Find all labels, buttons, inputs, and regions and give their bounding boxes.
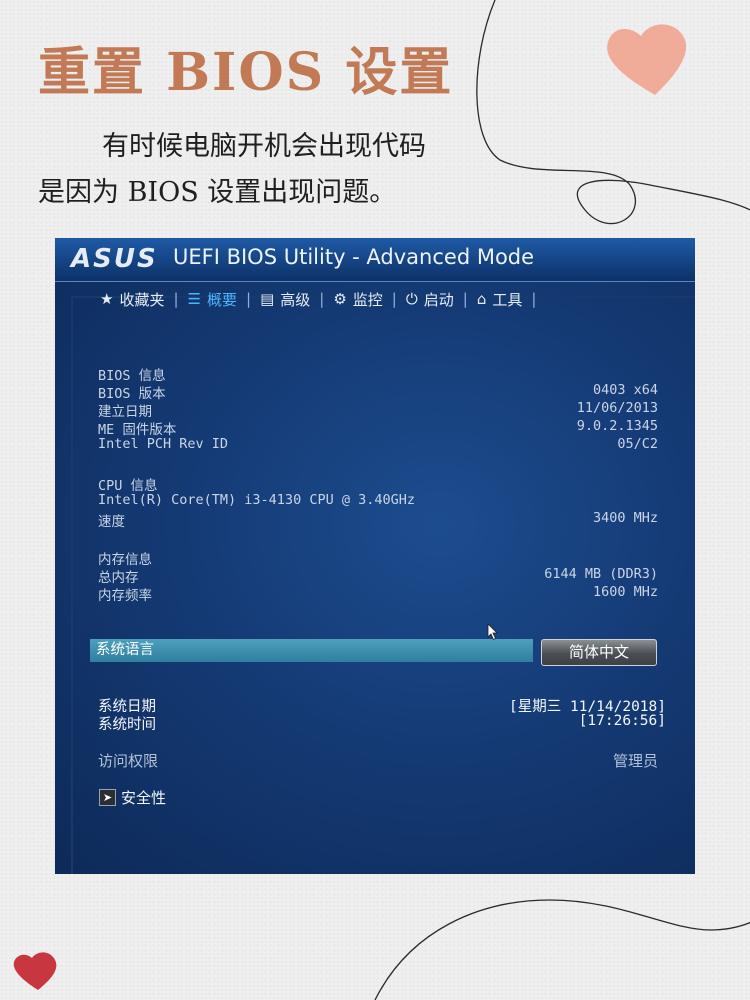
monitor-icon: ⚙ xyxy=(333,290,347,308)
tab-separator: | xyxy=(173,290,179,308)
info-label: 总内存 xyxy=(98,570,139,586)
info-label: ME 固件版本 xyxy=(98,422,177,438)
intro-text: 有时候电脑开机会出现代码 是因为 BIOS 设置出现问题。 xyxy=(38,124,498,216)
info-label: 建立日期 xyxy=(98,404,152,420)
tab-separator: | xyxy=(391,290,397,308)
tab-separator: | xyxy=(246,290,252,308)
memory-info-heading: 内存信息 xyxy=(98,552,152,568)
tab-separator: | xyxy=(531,290,537,308)
decorative-heart-icon xyxy=(607,24,687,95)
info-label: BIOS 版本 xyxy=(98,386,166,402)
page-title: 重置 BIOS 设置 xyxy=(38,42,454,103)
security-menu-item[interactable]: ➤ 安全性 xyxy=(99,787,166,808)
time-value[interactable]: [17:26:56] xyxy=(579,713,666,729)
tab-label: 启动 xyxy=(423,290,454,309)
tab-separator: | xyxy=(319,290,325,308)
tab-label: 高级 xyxy=(280,290,311,309)
decorative-curve-top xyxy=(476,0,750,225)
security-label: 安全性 xyxy=(121,789,167,807)
info-value: 6144 MB (DDR3) xyxy=(544,566,658,582)
tool-icon: ⌂ xyxy=(476,290,487,308)
info-value: 11/06/2013 xyxy=(576,400,658,416)
system-date-row[interactable]: 系统日期 [星期三 11/14/2018] xyxy=(98,695,666,715)
info-value: 05/C2 xyxy=(617,436,658,452)
info-row: 建立日期 11/06/2013 xyxy=(98,400,658,420)
submenu-arrow-icon: ➤ xyxy=(99,789,116,806)
decorative-curve-bottom xyxy=(374,899,750,1000)
tab-boot[interactable]: ⏻ 启动 xyxy=(399,289,461,310)
bios-tab-bar: ★ 收藏夹 | ☰ 概要 | ▤ 高级 | ⚙ 监控 | ⏻ 启动 | ⌂ 工具… xyxy=(93,286,538,312)
info-value: 1600 MHz xyxy=(592,584,658,600)
access-level-row: 访问权限 管理员 xyxy=(98,750,658,770)
tab-separator: | xyxy=(462,290,468,308)
bios-window-title: UEFI BIOS Utility - Advanced Mode xyxy=(173,245,535,269)
star-icon: ★ xyxy=(100,290,114,308)
info-row: BIOS 版本 0403 x64 xyxy=(98,382,658,402)
info-label: 内存频率 xyxy=(98,588,152,604)
list-icon: ☰ xyxy=(187,290,201,308)
tab-label: 工具 xyxy=(492,290,523,309)
memory-freq-row: 内存频率 1600 MHz xyxy=(98,584,658,604)
system-language-row[interactable]: 系统语言 xyxy=(90,639,533,662)
bios-info-heading: BIOS 信息 xyxy=(98,368,166,384)
tab-overview[interactable]: ☰ 概要 xyxy=(181,289,244,310)
intro-line-1: 有时候电脑开机会出现代码 xyxy=(102,131,426,162)
memory-total-row: 总内存 6144 MB (DDR3) xyxy=(98,566,658,586)
bios-header: ASUS UEFI BIOS Utility - Advanced Mode xyxy=(55,238,695,282)
power-icon: ⏻ xyxy=(405,290,418,308)
cpu-model: Intel(R) Core(TM) i3-4130 CPU @ 3.40GHz xyxy=(98,492,415,508)
cpu-speed-row: 速度 3400 MHz xyxy=(98,510,658,530)
cpu-info-heading: CPU 信息 xyxy=(98,478,158,494)
asus-logo: ASUS xyxy=(71,244,158,274)
info-row: ME 固件版本 9.0.2.1345 xyxy=(98,418,658,438)
system-time-row[interactable]: 系统时间 [17:26:56] xyxy=(98,713,666,733)
mouse-cursor-icon xyxy=(487,623,498,641)
access-value: 管理员 xyxy=(612,752,658,770)
tab-label: 收藏夹 xyxy=(119,290,165,309)
advanced-icon: ▤ xyxy=(260,290,275,308)
info-row: Intel PCH Rev ID 05/C2 xyxy=(98,436,658,454)
info-label: 速度 xyxy=(98,514,125,530)
language-select-button[interactable]: 简体中文 xyxy=(541,639,657,666)
decorative-small-heart-icon xyxy=(13,952,57,990)
time-label: 系统时间 xyxy=(98,717,156,733)
tab-monitor[interactable]: ⚙ 监控 xyxy=(326,289,389,310)
info-value: 3400 MHz xyxy=(592,510,658,526)
cpu-model-row: Intel(R) Core(TM) i3-4130 CPU @ 3.40GHz xyxy=(98,492,658,510)
info-value: 0403 x64 xyxy=(592,382,658,398)
bios-screenshot: ASUS UEFI BIOS Utility - Advanced Mode ★… xyxy=(55,238,695,874)
tab-label: 监控 xyxy=(352,290,383,309)
tab-label: 概要 xyxy=(206,290,237,309)
intro-line-2: 是因为 BIOS 设置出现问题。 xyxy=(38,177,397,208)
access-label: 访问权限 xyxy=(98,752,159,770)
info-label: Intel PCH Rev ID xyxy=(98,436,229,452)
info-value: 9.0.2.1345 xyxy=(576,418,658,434)
tab-advanced[interactable]: ▤ 高级 xyxy=(253,289,317,310)
tab-tools[interactable]: ⌂ 工具 xyxy=(470,289,530,310)
tab-favorites[interactable]: ★ 收藏夹 xyxy=(93,289,171,310)
